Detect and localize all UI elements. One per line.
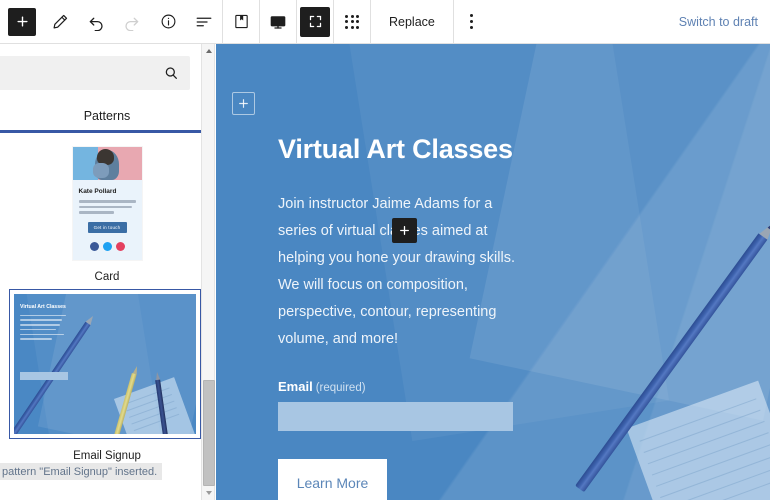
- dots-grid-icon[interactable]: [334, 4, 370, 40]
- editor-canvas[interactable]: Virtual Art Classes Join instructor Jaim…: [216, 44, 770, 500]
- card-cta-button: Get in touch: [87, 221, 127, 233]
- learn-more-button[interactable]: Learn More: [278, 458, 387, 500]
- scrollbar-thumb[interactable]: [203, 380, 215, 486]
- instagram-icon: [115, 241, 125, 251]
- signup-preview-lines: [20, 314, 66, 344]
- toolbar-left-group: [0, 0, 222, 44]
- pattern-label-email-signup: Email Signup: [73, 449, 141, 462]
- book-icon[interactable]: [223, 4, 259, 40]
- switch-to-draft-button[interactable]: Switch to draft: [679, 15, 758, 29]
- more-options-button[interactable]: [454, 4, 490, 40]
- pattern-signup-thumbnail-wrap: Virtual Art Classes: [0, 288, 214, 439]
- pattern-item-card[interactable]: Kate Pollard Get in touch Card: [0, 147, 214, 285]
- search-input[interactable]: [0, 57, 189, 89]
- dots-grid-glyph: [345, 14, 359, 29]
- pattern-card-thumbnail-wrap: Kate Pollard Get in touch: [0, 147, 214, 260]
- redo-button[interactable]: [114, 4, 150, 40]
- editor-toolbar: Replace Switch to draft: [0, 0, 770, 44]
- block-inserter-outline-button[interactable]: [232, 92, 255, 115]
- inserter-tabs: Patterns: [0, 103, 214, 133]
- snackbar-message: pattern "Email Signup" inserted.: [2, 465, 158, 478]
- tools-button[interactable]: [42, 4, 78, 40]
- block-inserter-dark-button[interactable]: [392, 218, 417, 243]
- twitter-icon: [102, 241, 112, 251]
- signup-preview-field: [20, 371, 68, 380]
- card-social-icons: [79, 241, 136, 251]
- details-button[interactable]: [150, 4, 186, 40]
- toolbar-fullscreen-group: [297, 0, 333, 44]
- facebook-icon: [89, 241, 99, 251]
- search-icon: [163, 65, 179, 81]
- card-body: Kate Pollard Get in touch: [73, 180, 142, 260]
- email-label-text: Email: [278, 378, 313, 394]
- pattern-card-thumbnail[interactable]: Kate Pollard Get in touch: [72, 147, 142, 260]
- add-block-button[interactable]: [8, 7, 36, 36]
- pattern-list: Kate Pollard Get in touch Card Virtual A…: [0, 133, 214, 464]
- toolbar-right-group: Switch to draft: [679, 15, 770, 29]
- card-cta-label: Get in touch: [93, 224, 121, 230]
- snackbar-notice: pattern "Email Signup" inserted.: [0, 463, 162, 480]
- pattern-signup-thumbnail[interactable]: Virtual Art Classes: [9, 288, 201, 439]
- undo-button[interactable]: [78, 4, 114, 40]
- card-description-lines: [78, 200, 136, 214]
- pattern-item-email-signup[interactable]: Virtual Art Classes Email Signup: [0, 288, 214, 464]
- card-photo: [72, 147, 142, 180]
- person-arm: [92, 163, 109, 178]
- toolbar-grid-group: [334, 0, 370, 44]
- signup-preview: Virtual Art Classes: [14, 293, 196, 434]
- tab-patterns[interactable]: Patterns: [0, 103, 214, 133]
- fullscreen-icon[interactable]: [300, 6, 330, 37]
- pattern-label-card: Card: [94, 270, 120, 283]
- signup-preview-heading: Virtual Art Classes: [20, 303, 66, 310]
- toolbar-patterns-group: [223, 0, 259, 44]
- sidebar-scrollbar[interactable]: [201, 44, 215, 500]
- search-box[interactable]: [0, 56, 190, 90]
- email-required-note: (required): [315, 381, 366, 394]
- replace-button[interactable]: Replace: [371, 0, 453, 44]
- card-person-name: Kate Pollard: [78, 188, 117, 195]
- inserter-sidebar: Patterns Kate Pollard Get in touch Card …: [0, 44, 215, 500]
- email-field-label: Email (required): [278, 379, 578, 394]
- page-title[interactable]: Virtual Art Classes: [278, 134, 578, 165]
- scroll-down-arrow-icon[interactable]: [202, 486, 216, 500]
- monitor-icon[interactable]: [260, 4, 296, 40]
- dots-vertical-icon: [470, 14, 474, 29]
- search-section: [0, 44, 214, 90]
- wordpress-block-editor: Replace Switch to draft Patterns Kate Po…: [0, 0, 770, 500]
- toolbar-preview-group: [260, 0, 296, 44]
- list-view-button[interactable]: [186, 4, 222, 40]
- scroll-up-arrow-icon[interactable]: [202, 44, 216, 58]
- hero-paragraph[interactable]: Join instructor Jaime Adams for a series…: [278, 191, 524, 353]
- canvas-overlay: Virtual Art Classes Join instructor Jaim…: [216, 44, 770, 500]
- email-field[interactable]: [278, 401, 513, 431]
- cover-content: Virtual Art Classes Join instructor Jaim…: [278, 134, 578, 500]
